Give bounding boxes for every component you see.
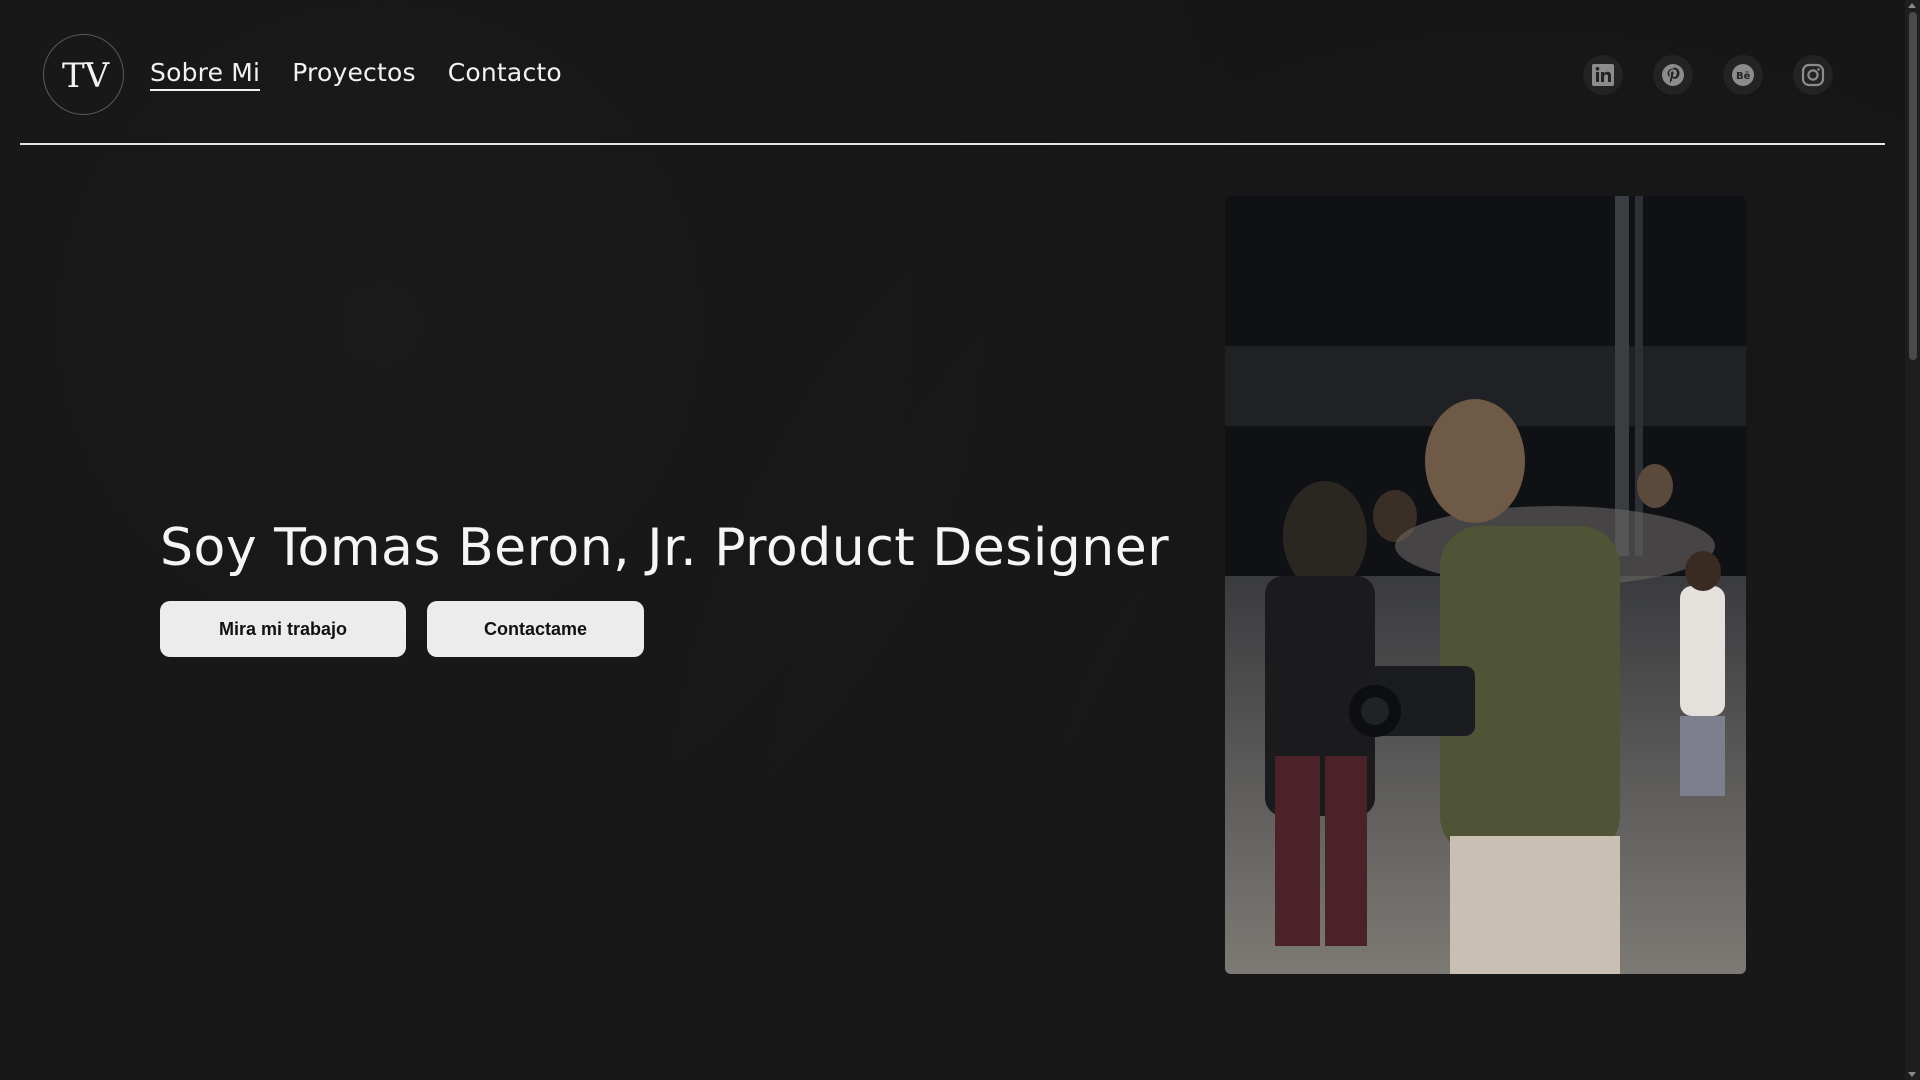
main-nav: Sobre Mi Proyectos Contacto	[150, 58, 562, 91]
scroll-thumb[interactable]	[1909, 12, 1917, 360]
logo[interactable]: TV	[43, 34, 124, 115]
svg-text:Bē: Bē	[1736, 71, 1751, 82]
hero-photo	[1225, 196, 1746, 974]
linkedin-link[interactable]	[1583, 55, 1623, 95]
videographer-photo	[1225, 196, 1746, 974]
nav-item-proyectos[interactable]: Proyectos	[292, 58, 416, 91]
svg-text:TV: TV	[62, 56, 110, 96]
tv-monogram-logo: TV	[62, 56, 110, 96]
pinterest-icon	[1662, 64, 1684, 86]
social-links: Bē	[1583, 55, 1833, 95]
view-work-button[interactable]: Mira mi trabajo	[160, 601, 406, 657]
site-header: TV Sobre Mi Proyectos Contacto Bē	[20, 0, 1885, 145]
scroll-up-arrow-icon[interactable]	[1908, 3, 1916, 8]
vertical-scrollbar[interactable]	[1905, 0, 1920, 1080]
hero-title: Soy Tomas Beron, Jr. Product Designer	[160, 518, 1170, 578]
page: TV Sobre Mi Proyectos Contacto Bē Soy To…	[0, 0, 1905, 1080]
behance-link[interactable]: Bē	[1723, 55, 1763, 95]
instagram-icon	[1801, 63, 1825, 87]
pinterest-link[interactable]	[1653, 55, 1693, 95]
nav-item-contacto[interactable]: Contacto	[448, 58, 562, 91]
scroll-down-arrow-icon[interactable]	[1908, 1072, 1916, 1077]
nav-item-sobre-mi[interactable]: Sobre Mi	[150, 58, 261, 91]
linkedin-icon	[1592, 64, 1614, 86]
instagram-link[interactable]	[1793, 55, 1833, 95]
contact-button[interactable]: Contactame	[427, 601, 644, 657]
behance-icon: Bē	[1732, 64, 1754, 86]
